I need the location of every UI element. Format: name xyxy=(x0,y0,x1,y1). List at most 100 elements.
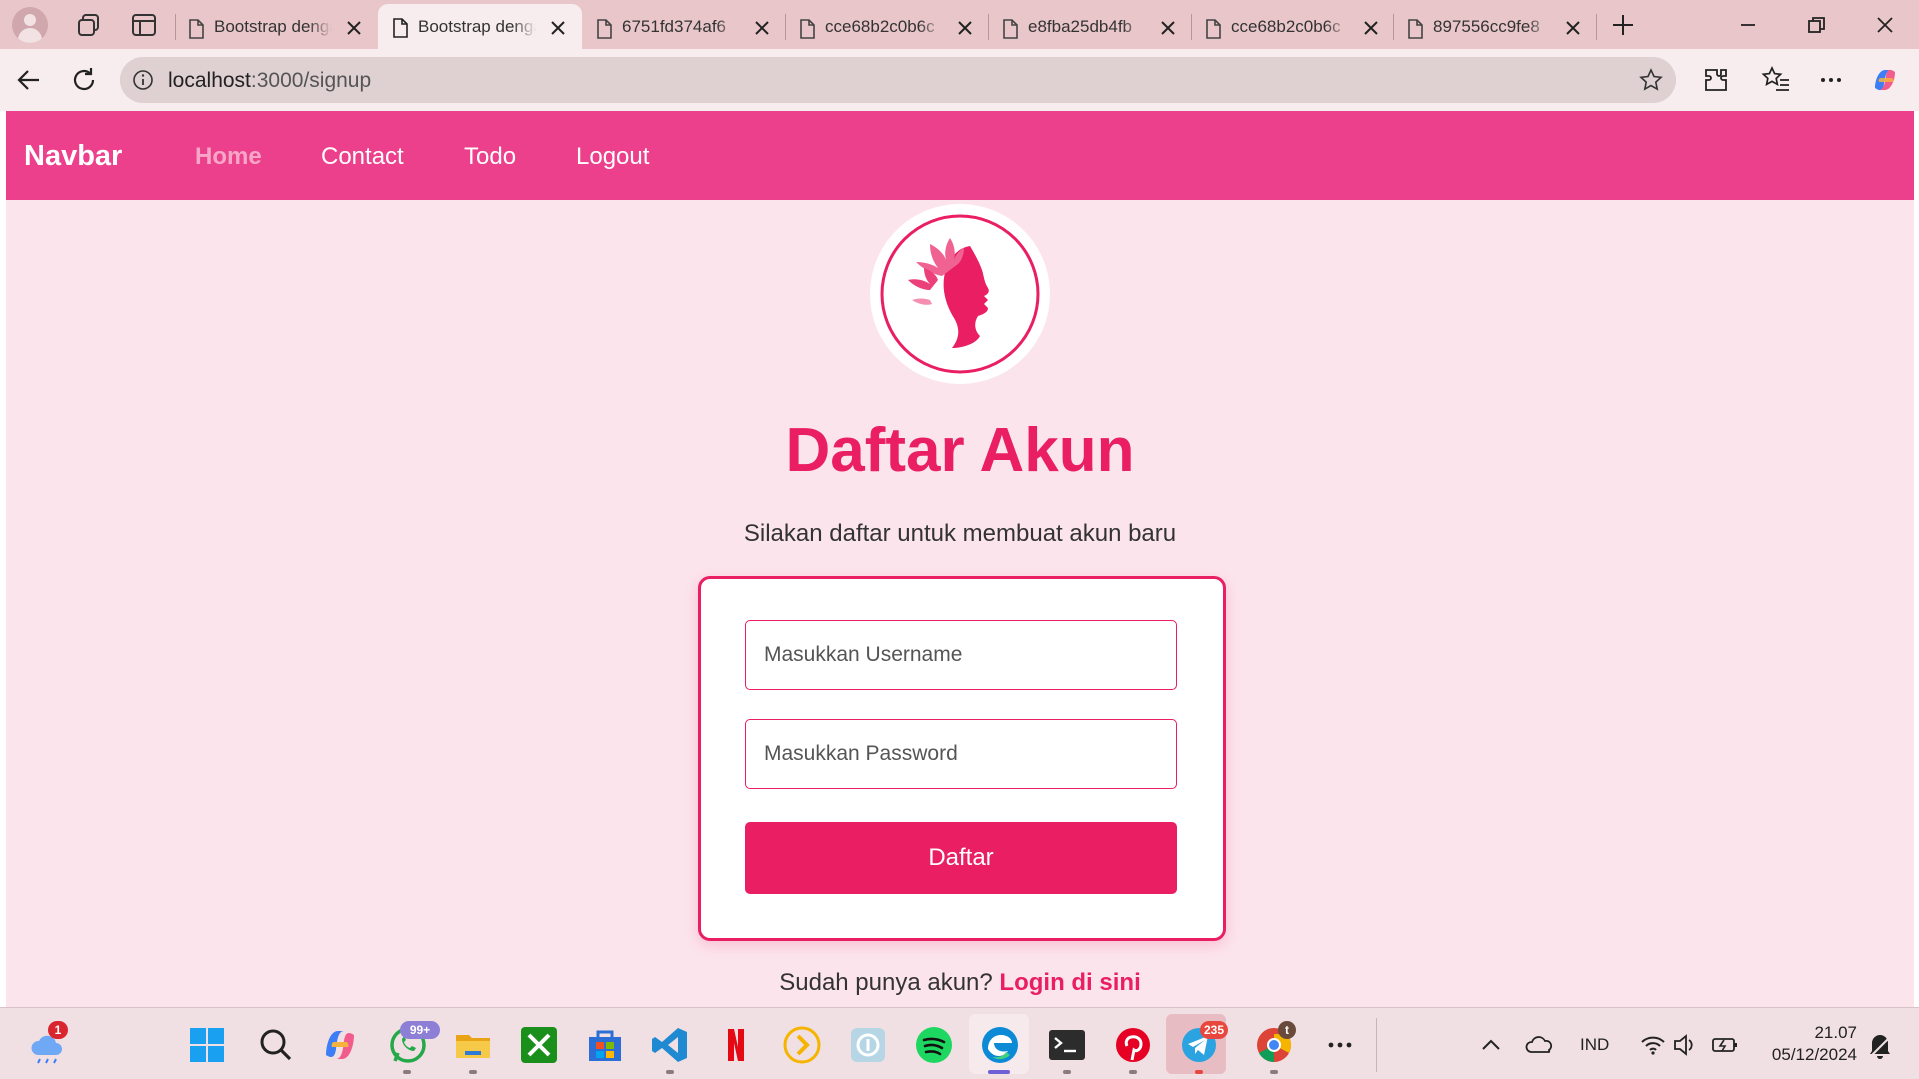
tab-title: Bootstrap dengan xyxy=(214,17,332,36)
document-icon xyxy=(800,19,815,39)
whatsapp-badge: 99+ xyxy=(400,1021,440,1039)
running-indicator xyxy=(1129,1070,1137,1074)
browser-tab[interactable]: cce68b2c0b6c xyxy=(1191,8,1395,48)
close-icon[interactable] xyxy=(344,18,364,38)
more-icon[interactable] xyxy=(1815,64,1847,96)
reload-icon[interactable] xyxy=(67,63,101,97)
plex-icon[interactable] xyxy=(782,1025,822,1065)
favorite-star-icon[interactable] xyxy=(1638,67,1664,93)
restore-icon[interactable] xyxy=(1801,10,1831,40)
top-navbar: Navbar Home Contact Todo Logout xyxy=(6,111,1914,200)
microsoft-store-icon[interactable] xyxy=(585,1025,625,1065)
back-arrow-icon[interactable] xyxy=(12,63,46,97)
netflix-icon[interactable] xyxy=(716,1025,756,1065)
close-window-icon[interactable] xyxy=(1870,10,1900,40)
running-indicator xyxy=(403,1070,411,1074)
language-indicator[interactable]: IND xyxy=(1580,1035,1609,1055)
tab-title: 6751fd374af6 xyxy=(622,17,726,36)
running-indicator xyxy=(469,1070,477,1074)
system-clock[interactable]: 21.07 05/12/2024 xyxy=(1772,1022,1857,1066)
windows-taskbar: 1 99+ 235 t IND 21.07 05/12/2024 xyxy=(0,1007,1919,1079)
url-host: localhost xyxy=(168,69,251,92)
running-indicator xyxy=(988,1070,1010,1074)
login-prompt: Sudah punya akun? Login di sini xyxy=(6,969,1914,997)
browser-tab[interactable]: Bootstrap dengan xyxy=(174,8,378,48)
terminal-icon[interactable] xyxy=(1047,1025,1087,1065)
document-icon xyxy=(189,19,204,39)
file-explorer-icon[interactable] xyxy=(453,1025,493,1065)
tab-title: 897556cc9fe8 xyxy=(1433,17,1540,36)
wifi-icon[interactable] xyxy=(1639,1025,1667,1065)
close-icon[interactable] xyxy=(752,18,772,38)
nav-link-todo[interactable]: Todo xyxy=(464,143,516,171)
address-bar[interactable]: localhost:3000/signup xyxy=(120,57,1676,103)
workspaces-icon[interactable] xyxy=(74,10,104,40)
xbox-icon[interactable] xyxy=(519,1025,559,1065)
tab-title: e8fba25db4fb xyxy=(1028,17,1132,36)
signup-submit-button[interactable]: Daftar xyxy=(745,822,1177,894)
vertical-tabs-icon[interactable] xyxy=(129,10,159,40)
onedrive-icon[interactable] xyxy=(1524,1025,1556,1065)
nav-link-home[interactable]: Home xyxy=(195,143,262,171)
new-tab-icon[interactable] xyxy=(1608,10,1638,40)
close-icon[interactable] xyxy=(955,18,975,38)
document-icon xyxy=(1206,19,1221,39)
close-icon[interactable] xyxy=(1361,18,1381,38)
pinterest-icon[interactable] xyxy=(1113,1025,1153,1065)
browser-toolbar: localhost:3000/signup xyxy=(0,49,1919,111)
username-input[interactable] xyxy=(745,620,1177,690)
page-viewport: Navbar Home Contact Todo Logout Daftar A… xyxy=(6,111,1914,1007)
browser-tab[interactable]: cce68b2c0b6c xyxy=(785,8,989,48)
edge-icon[interactable] xyxy=(980,1025,1020,1065)
login-prompt-text: Sudah punya akun? xyxy=(779,969,993,996)
copilot-icon[interactable] xyxy=(320,1025,360,1065)
page-title: Daftar Akun xyxy=(785,416,1135,485)
minimize-icon[interactable] xyxy=(1733,10,1763,40)
page-subtitle: Silakan daftar untuk membuat akun baru xyxy=(743,520,1177,547)
browser-tab-active[interactable]: Bootstrap dengan xyxy=(378,4,582,49)
chevron-up-icon[interactable] xyxy=(1478,1025,1504,1065)
tab-title: cce68b2c0b6c xyxy=(825,17,935,36)
extensions-icon[interactable] xyxy=(1700,64,1732,96)
browser-tab[interactable]: e8fba25db4fb xyxy=(988,8,1192,48)
chrome-profile-badge: t xyxy=(1278,1021,1296,1039)
url-text: localhost:3000/signup xyxy=(168,69,371,93)
woman-silhouette-logo xyxy=(870,204,1050,384)
close-icon[interactable] xyxy=(1158,18,1178,38)
nav-link-contact[interactable]: Contact xyxy=(321,143,404,171)
browser-tab-strip: Bootstrap dengan Bootstrap dengan 6751fd… xyxy=(0,0,1919,49)
telegram-badge: 235 xyxy=(1200,1021,1228,1039)
close-icon[interactable] xyxy=(1563,18,1583,38)
spotify-icon[interactable] xyxy=(914,1025,954,1065)
clock-time: 21.07 xyxy=(1814,1023,1857,1042)
browser-tab[interactable]: 6751fd374af6 xyxy=(582,8,786,48)
volume-icon[interactable] xyxy=(1672,1025,1698,1065)
weather-badge: 1 xyxy=(48,1021,68,1039)
taskbar-divider xyxy=(1376,1018,1377,1072)
windows-start-icon[interactable] xyxy=(187,1025,227,1065)
signup-form-card: Daftar xyxy=(698,576,1226,941)
nav-link-logout[interactable]: Logout xyxy=(576,143,649,171)
backup-icon[interactable] xyxy=(848,1025,888,1065)
navbar-brand[interactable]: Navbar xyxy=(24,140,122,173)
search-icon[interactable] xyxy=(256,1025,296,1065)
more-icon[interactable] xyxy=(1320,1025,1360,1065)
tab-separator xyxy=(1596,14,1597,40)
running-indicator xyxy=(1063,1070,1071,1074)
tab-title: Bootstrap dengan xyxy=(418,17,536,36)
password-input[interactable] xyxy=(745,719,1177,789)
info-icon[interactable] xyxy=(132,69,154,91)
favorites-icon[interactable] xyxy=(1760,64,1792,96)
notification-icon[interactable] xyxy=(1866,1025,1894,1065)
close-icon[interactable] xyxy=(548,18,568,38)
copilot-icon[interactable] xyxy=(1869,64,1901,96)
document-icon xyxy=(1408,19,1423,39)
profile-avatar-icon[interactable] xyxy=(12,7,48,43)
login-link[interactable]: Login di sini xyxy=(999,969,1140,996)
tab-title: cce68b2c0b6c xyxy=(1231,17,1341,36)
vscode-icon[interactable] xyxy=(650,1025,690,1065)
battery-icon[interactable] xyxy=(1711,1025,1739,1065)
running-indicator xyxy=(1195,1070,1203,1074)
browser-tab[interactable]: 897556cc9fe8 xyxy=(1393,8,1597,48)
url-path: :3000/signup xyxy=(250,69,372,92)
